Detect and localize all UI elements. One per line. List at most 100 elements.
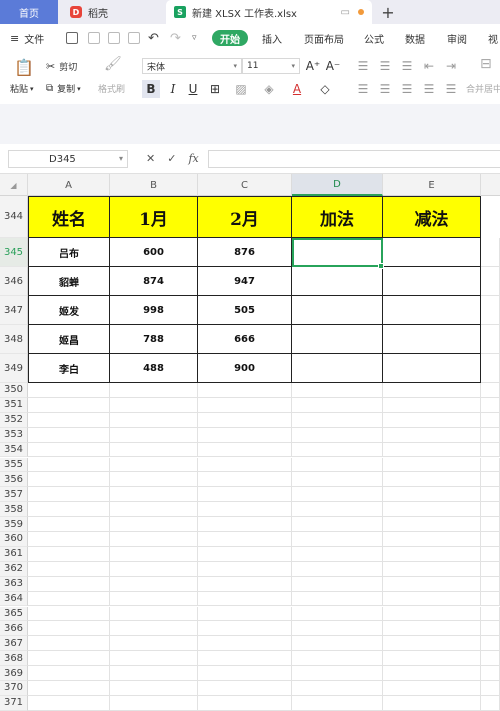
data-cell[interactable] — [383, 325, 481, 354]
column-header-d[interactable]: D — [292, 174, 383, 196]
empty-cell[interactable] — [28, 681, 110, 696]
empty-cell[interactable] — [383, 517, 481, 532]
empty-cell[interactable] — [292, 621, 383, 637]
empty-cell[interactable] — [292, 532, 383, 547]
data-cell[interactable] — [292, 354, 383, 383]
justify-icon[interactable]: ☰ — [420, 80, 438, 98]
align-top-icon[interactable]: ☰ — [354, 57, 372, 75]
cancel-icon[interactable]: ✕ — [146, 152, 155, 165]
empty-cell[interactable] — [292, 546, 383, 562]
empty-cell[interactable] — [198, 383, 292, 398]
tab-daoke[interactable]: D 稻壳 — [60, 0, 166, 24]
empty-cell[interactable] — [28, 651, 110, 667]
empty-cell[interactable] — [481, 267, 500, 296]
empty-cell[interactable] — [198, 561, 292, 577]
empty-cell[interactable] — [28, 576, 110, 592]
row-header[interactable]: 360 — [0, 532, 28, 547]
tab-document[interactable]: S 新建 XLSX 工作表.xlsx ▭ — [166, 0, 372, 24]
data-cell[interactable]: 600 — [110, 238, 198, 267]
data-cell[interactable]: 姬昌 — [28, 325, 110, 354]
indent-increase-icon[interactable]: ⇥ — [442, 57, 460, 75]
empty-cell[interactable] — [292, 517, 383, 532]
empty-cell[interactable] — [198, 532, 292, 547]
fill-color-icon[interactable]: ◈ — [260, 80, 278, 98]
empty-cell[interactable] — [198, 442, 292, 458]
row-header[interactable]: 350 — [0, 383, 28, 398]
distributed-icon[interactable]: ☰ — [442, 80, 460, 98]
cut-button[interactable]: ✂ 剪切 — [46, 60, 77, 73]
data-cell[interactable] — [292, 267, 383, 296]
empty-cell[interactable] — [198, 472, 292, 488]
row-header[interactable]: 370 — [0, 681, 28, 696]
empty-cell[interactable] — [481, 591, 500, 607]
redo-icon[interactable]: ↷ — [170, 24, 181, 52]
empty-cell[interactable] — [383, 561, 481, 577]
empty-cell[interactable] — [383, 591, 481, 607]
empty-cell[interactable] — [481, 457, 500, 473]
align-center-icon[interactable]: ☰ — [376, 80, 394, 98]
empty-cell[interactable] — [110, 532, 198, 547]
empty-cell[interactable] — [481, 238, 500, 267]
empty-cell[interactable] — [110, 621, 198, 637]
empty-cell[interactable] — [481, 383, 500, 398]
empty-cell[interactable] — [28, 457, 110, 473]
row-header[interactable]: 347 — [0, 296, 28, 325]
more-quick-icon[interactable]: ▿ — [192, 24, 197, 52]
empty-cell[interactable] — [28, 546, 110, 562]
data-cell[interactable] — [383, 354, 481, 383]
row-header[interactable]: 356 — [0, 472, 28, 488]
row-header[interactable]: 363 — [0, 576, 28, 592]
italic-button[interactable]: I — [164, 80, 182, 98]
tab-home[interactable]: 首页 — [0, 0, 58, 24]
data-cell[interactable]: 505 — [198, 296, 292, 325]
empty-cell[interactable] — [110, 502, 198, 518]
data-cell[interactable]: 姬发 — [28, 296, 110, 325]
empty-cell[interactable] — [110, 666, 198, 681]
tab-page-layout[interactable]: 页面布局 — [304, 24, 344, 52]
empty-cell[interactable] — [481, 517, 500, 532]
empty-cell[interactable] — [28, 636, 110, 652]
print-icon[interactable] — [108, 32, 120, 44]
empty-cell[interactable] — [292, 666, 383, 681]
row-header[interactable]: 358 — [0, 502, 28, 518]
empty-cell[interactable] — [198, 517, 292, 532]
export-pdf-icon[interactable] — [88, 32, 100, 44]
empty-cell[interactable] — [383, 487, 481, 503]
data-cell[interactable]: 788 — [110, 325, 198, 354]
empty-cell[interactable] — [110, 517, 198, 532]
empty-cell[interactable] — [481, 427, 500, 443]
data-cell[interactable]: 吕布 — [28, 238, 110, 267]
empty-cell[interactable] — [481, 487, 500, 503]
data-cell[interactable] — [292, 296, 383, 325]
empty-cell[interactable] — [292, 606, 383, 622]
empty-cell[interactable] — [481, 397, 500, 413]
empty-cell[interactable] — [28, 487, 110, 503]
empty-cell[interactable] — [292, 695, 383, 711]
cell-style-icon[interactable]: ▨ — [232, 80, 250, 98]
tab-view[interactable]: 视 — [488, 24, 498, 52]
empty-cell[interactable] — [292, 472, 383, 488]
data-cell[interactable] — [383, 238, 481, 267]
empty-cell[interactable] — [383, 442, 481, 458]
empty-cell[interactable] — [292, 487, 383, 503]
row-header[interactable]: 352 — [0, 412, 28, 428]
empty-cell[interactable] — [481, 621, 500, 637]
row-header[interactable]: 355 — [0, 457, 28, 473]
header-cell[interactable]: 1月 — [110, 196, 198, 238]
empty-cell[interactable] — [198, 695, 292, 711]
empty-cell[interactable] — [198, 576, 292, 592]
data-cell[interactable] — [383, 296, 481, 325]
row-header[interactable]: 364 — [0, 591, 28, 607]
row-header[interactable]: 369 — [0, 666, 28, 681]
empty-cell[interactable] — [383, 502, 481, 518]
row-header[interactable]: 366 — [0, 621, 28, 637]
empty-cell[interactable] — [292, 591, 383, 607]
empty-cell[interactable] — [383, 472, 481, 488]
empty-cell[interactable] — [28, 427, 110, 443]
row-header[interactable]: 371 — [0, 695, 28, 711]
empty-cell[interactable] — [110, 546, 198, 562]
empty-cell[interactable] — [383, 427, 481, 443]
column-header-b[interactable]: B — [110, 174, 198, 196]
empty-cell[interactable] — [383, 621, 481, 637]
empty-cell[interactable] — [292, 427, 383, 443]
